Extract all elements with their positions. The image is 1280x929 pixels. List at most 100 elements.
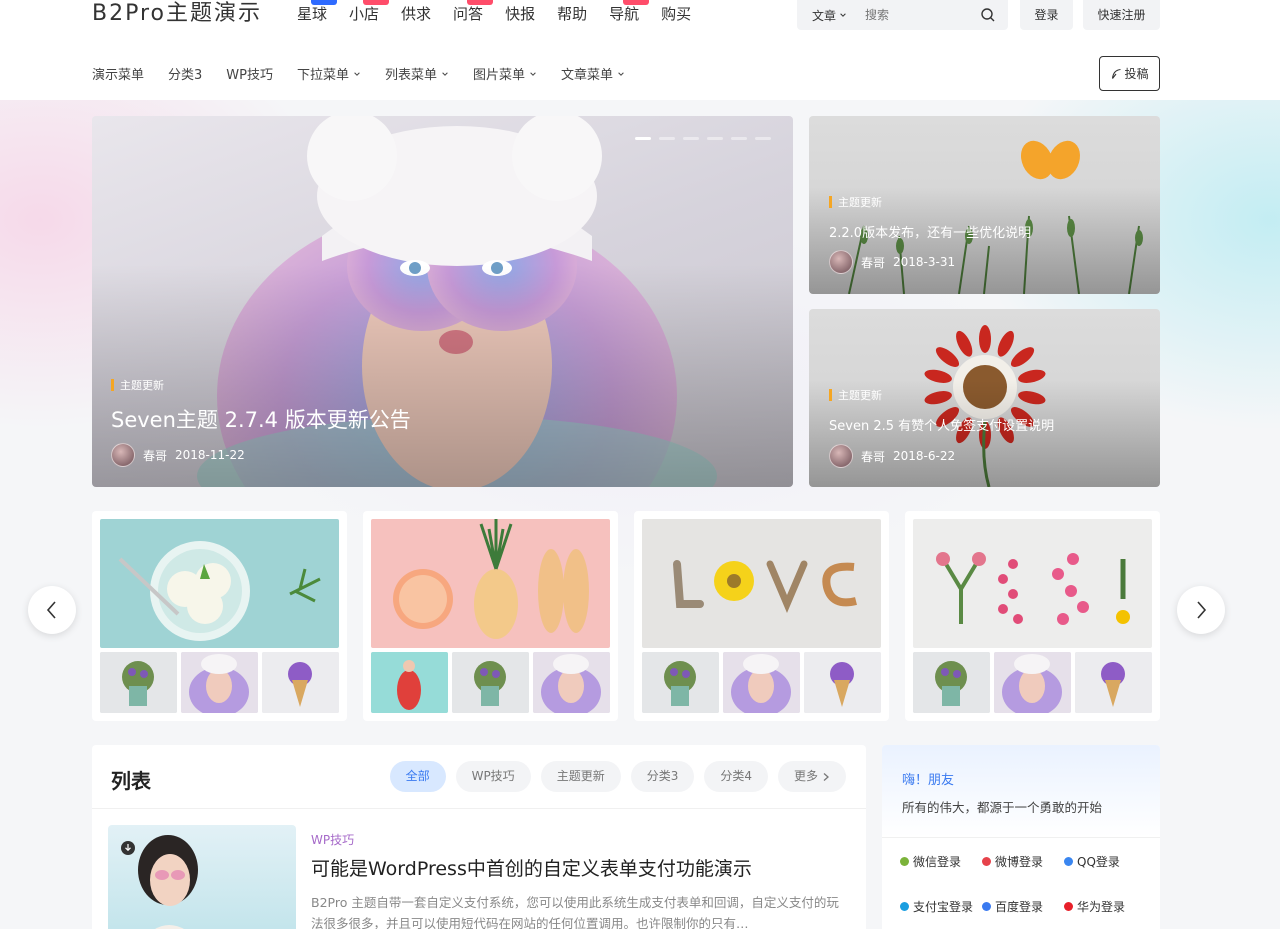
author-name[interactable]: 春哥 bbox=[861, 254, 885, 271]
baidu-login-button[interactable]: 百度登录 bbox=[982, 898, 1064, 915]
thumb-plant[interactable] bbox=[642, 652, 719, 713]
thumb-icecream[interactable] bbox=[1075, 652, 1152, 713]
alipay-login-button[interactable]: 支付宝登录 bbox=[900, 898, 982, 915]
thumb-dancer[interactable] bbox=[371, 652, 448, 713]
search-icon[interactable] bbox=[980, 7, 996, 23]
wechat-login-button[interactable]: 微信登录 bbox=[900, 853, 982, 870]
slider-dot[interactable] bbox=[755, 137, 771, 140]
post-thumbnail[interactable] bbox=[108, 825, 296, 929]
chevron-right-icon bbox=[823, 772, 829, 781]
thumb-plant[interactable] bbox=[100, 652, 177, 713]
author-name[interactable]: 春哥 bbox=[861, 448, 885, 465]
filter-all[interactable]: 全部 bbox=[389, 761, 446, 792]
flower-petal bbox=[979, 325, 991, 353]
thumb-plant[interactable] bbox=[452, 652, 529, 713]
carousel-card[interactable] bbox=[634, 511, 889, 721]
thumb-icecream[interactable] bbox=[804, 652, 881, 713]
login-button[interactable]: 登录 bbox=[1020, 0, 1073, 30]
hero-title[interactable]: Seven主题 2.7.4 版本更新公告 bbox=[111, 404, 411, 434]
qq-login-button[interactable]: QQ登录 bbox=[1064, 853, 1146, 870]
weibo-login-button[interactable]: 微博登录 bbox=[982, 853, 1064, 870]
motto-text: 所有的伟大，都源于一个勇敢的开始 bbox=[902, 800, 1103, 815]
topnav-item-help[interactable]: 帮助 bbox=[557, 2, 587, 26]
filter-more[interactable]: 更多 bbox=[777, 761, 846, 792]
feather-icon bbox=[1112, 68, 1122, 79]
author-avatar[interactable] bbox=[111, 443, 135, 467]
subnav-item-wp-tips[interactable]: WP技巧 bbox=[226, 64, 273, 83]
subnav-item-image[interactable]: 图片菜单 bbox=[473, 64, 537, 83]
filter-wp-tips[interactable]: WP技巧 bbox=[455, 761, 531, 792]
thumb-plant[interactable] bbox=[913, 652, 990, 713]
hero-side-category-tag[interactable]: 主题更新 bbox=[829, 387, 882, 403]
qq-icon bbox=[1064, 857, 1073, 866]
hero-side-category-tag[interactable]: 主题更新 bbox=[829, 194, 882, 210]
author-avatar[interactable] bbox=[829, 250, 853, 274]
filter-cat3[interactable]: 分类3 bbox=[630, 761, 695, 792]
slider-dot[interactable] bbox=[683, 137, 699, 140]
slider-dot[interactable] bbox=[731, 137, 747, 140]
list-title: 列表 bbox=[111, 769, 151, 793]
weibo-icon bbox=[982, 857, 991, 866]
subnav-item-cat3[interactable]: 分类3 bbox=[168, 64, 202, 83]
card-main-image[interactable] bbox=[100, 519, 339, 648]
thumb-woman[interactable] bbox=[181, 652, 258, 713]
carousel-next-button[interactable] bbox=[1177, 586, 1225, 634]
site-header: B2Pro主题演示 星球 小店 供求 问答 快报 帮助 导航 购买 文章 搜索 … bbox=[0, 0, 1280, 100]
subnav-item-list[interactable]: 列表菜单 bbox=[385, 64, 449, 83]
slider-dot[interactable] bbox=[659, 137, 675, 140]
filter-cat4[interactable]: 分类4 bbox=[704, 761, 768, 792]
card-thumbs bbox=[642, 652, 881, 713]
post-date: 2018-11-22 bbox=[175, 448, 245, 462]
topnav-item-shop[interactable]: 小店 bbox=[349, 0, 390, 26]
subnav-item-demo[interactable]: 演示菜单 bbox=[92, 64, 144, 83]
chevron-down-icon bbox=[354, 71, 360, 76]
huawei-login-button[interactable]: 华为登录 bbox=[1064, 898, 1146, 915]
thumb-woman[interactable] bbox=[723, 652, 800, 713]
chevron-down-icon bbox=[530, 71, 536, 76]
search-box: 文章 bbox=[797, 0, 1008, 30]
flower-petal bbox=[997, 330, 1014, 357]
carousel-card[interactable] bbox=[92, 511, 347, 721]
hero-side-meta: 春哥 2018-6-22 bbox=[829, 444, 955, 468]
post-category[interactable]: WP技巧 bbox=[311, 831, 354, 848]
thumb-woman[interactable] bbox=[994, 652, 1071, 713]
subnav-item-dropdown[interactable]: 下拉菜单 bbox=[297, 64, 361, 83]
site-logo[interactable]: B2Pro主题演示 bbox=[92, 0, 262, 28]
hero-side-title[interactable]: 2.2.0版本发布，还有一些优化说明 bbox=[829, 222, 1031, 241]
hero-side-title[interactable]: Seven 2.5 有赞个人免签支付设置说明 bbox=[829, 415, 1054, 434]
card-main-image[interactable] bbox=[913, 519, 1152, 648]
hero-side-slide-1[interactable]: 主题更新 2.2.0版本发布，还有一些优化说明 春哥 2018-3-31 bbox=[809, 116, 1160, 294]
card-main-image[interactable] bbox=[371, 519, 610, 648]
carousel-prev-button[interactable] bbox=[28, 586, 76, 634]
filter-theme-update[interactable]: 主题更新 bbox=[540, 761, 621, 792]
search-type-select[interactable]: 文章 bbox=[812, 7, 847, 24]
hero-main-slide[interactable]: 主题更新 Seven主题 2.7.4 版本更新公告 春哥 2018-11-22 bbox=[92, 116, 793, 487]
hero-side-slide-2[interactable]: 主题更新 Seven 2.5 有赞个人免签支付设置说明 春哥 2018-6-22 bbox=[809, 309, 1160, 487]
submit-post-button[interactable]: 投稿 bbox=[1099, 56, 1160, 91]
topnav-item-nav[interactable]: 导航 bbox=[609, 0, 650, 26]
slider-dot[interactable] bbox=[635, 137, 651, 140]
topnav-item-news[interactable]: 快报 bbox=[505, 2, 535, 26]
subnav-item-article[interactable]: 文章菜单 bbox=[561, 64, 625, 83]
thumb-woman[interactable] bbox=[533, 652, 610, 713]
topnav-item-buy[interactable]: 购买 bbox=[661, 2, 691, 26]
sidebar-login-panel: 嗨！朋友 所有的伟大，都源于一个勇敢的开始 微信登录 微博登录 QQ登录 支付宝… bbox=[882, 745, 1160, 929]
topnav-item-planet[interactable]: 星球 bbox=[297, 0, 337, 26]
topnav-item-supply[interactable]: 供求 bbox=[401, 2, 431, 26]
hero-category-tag[interactable]: 主题更新 bbox=[111, 377, 164, 393]
slider-dots bbox=[635, 137, 771, 140]
post-title[interactable]: 可能是WordPress中首创的自定义表单支付功能演示 bbox=[311, 854, 752, 881]
author-name[interactable]: 春哥 bbox=[143, 447, 167, 464]
card-main-image[interactable] bbox=[642, 519, 881, 648]
post-date: 2018-3-31 bbox=[893, 255, 956, 269]
topnav-item-qa[interactable]: 问答 bbox=[453, 0, 494, 26]
nav-badge bbox=[311, 0, 337, 5]
carousel-card[interactable] bbox=[905, 511, 1160, 721]
search-input[interactable] bbox=[865, 8, 976, 22]
author-avatar[interactable] bbox=[829, 444, 853, 468]
thumb-icecream[interactable] bbox=[262, 652, 339, 713]
register-button[interactable]: 快速注册 bbox=[1083, 0, 1160, 30]
slider-dot[interactable] bbox=[707, 137, 723, 140]
carousel-card[interactable] bbox=[363, 511, 618, 721]
chevron-down-icon bbox=[840, 13, 846, 17]
